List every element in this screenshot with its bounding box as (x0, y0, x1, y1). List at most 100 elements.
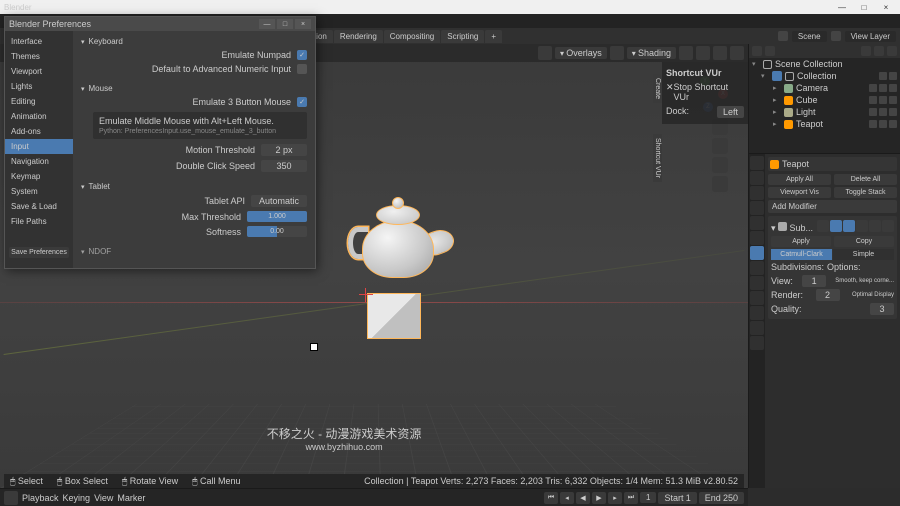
tl-view[interactable]: View (94, 493, 113, 503)
mod-editmode-icon[interactable] (817, 220, 829, 232)
end-frame[interactable]: End 250 (699, 492, 744, 504)
prefs-nav-filepaths[interactable]: File Paths (5, 214, 73, 229)
outliner-item-teapot[interactable]: ▸Teapot (749, 118, 900, 130)
prefs-nav-interface[interactable]: Interface (5, 34, 73, 49)
prefs-max-button[interactable]: □ (277, 19, 293, 29)
emulate-3btn-check[interactable]: ✓ (297, 97, 307, 107)
apply-all-button[interactable]: Apply All (768, 174, 831, 185)
copy-button[interactable]: Copy (834, 236, 894, 247)
coll-vis-icon[interactable] (879, 72, 887, 80)
play-button[interactable]: ▶ (592, 492, 606, 504)
ptab-render[interactable] (750, 156, 764, 170)
dock-value[interactable]: Left (717, 106, 744, 118)
window-min-button[interactable]: — (832, 1, 852, 13)
vis-icon[interactable] (869, 84, 877, 92)
timeline-type-icon[interactable] (4, 491, 18, 505)
current-frame[interactable]: 1 (640, 492, 656, 503)
ws-rendering[interactable]: Rendering (334, 30, 383, 43)
mod-cage-icon[interactable] (856, 220, 868, 232)
motion-threshold-value[interactable]: 2 px (261, 144, 307, 156)
prefs-keyboard-header[interactable]: Keyboard (81, 35, 307, 48)
optimal-display-check[interactable]: Optimal Display (852, 292, 894, 298)
vis-icon[interactable] (869, 108, 877, 116)
quality-value[interactable]: 3 (870, 303, 894, 315)
newcoll-icon[interactable] (887, 46, 897, 56)
render-icon[interactable] (889, 84, 897, 92)
camera-icon[interactable] (712, 157, 728, 173)
jump-start-button[interactable]: ⏮ (544, 492, 558, 504)
ptab-modifier[interactable] (750, 246, 764, 260)
ptab-viewlayer[interactable] (750, 186, 764, 200)
viewlayer-name-field[interactable]: View Layer (845, 31, 896, 42)
sel-icon[interactable] (879, 84, 887, 92)
max-threshold-slider[interactable]: 1.000 (247, 211, 307, 222)
prefs-nav-editing[interactable]: Editing (5, 94, 73, 109)
prefs-nav-themes[interactable]: Themes (5, 49, 73, 64)
ptab-particle[interactable] (750, 261, 764, 275)
prefs-nav-lights[interactable]: Lights (5, 79, 73, 94)
prefs-nav-keymap[interactable]: Keymap (5, 169, 73, 184)
start-frame[interactable]: Start 1 (658, 492, 696, 504)
outliner-type-icon[interactable] (752, 46, 762, 56)
delete-all-button[interactable]: Delete All (834, 174, 897, 185)
mod-display-icon[interactable] (830, 220, 842, 232)
tablet-api-dropdown[interactable]: Automatic (251, 195, 307, 207)
render-icon[interactable] (889, 108, 897, 116)
emulate-numpad-check[interactable]: ✓ (297, 50, 307, 60)
ws-scripting[interactable]: Scripting (441, 30, 484, 43)
keyframe-next-button[interactable]: ▸ (608, 492, 622, 504)
ntab-shortcutvur[interactable]: Shortcut VUr (653, 134, 662, 182)
viewport-vis-button[interactable]: Viewport Vis (768, 187, 831, 198)
prefs-nav-system[interactable]: System (5, 184, 73, 199)
dblclick-value[interactable]: 350 (261, 160, 307, 172)
ptab-physics[interactable] (750, 276, 764, 290)
outliner-scene-collection[interactable]: ▾ Scene Collection (749, 58, 900, 70)
jump-end-button[interactable]: ⏭ (624, 492, 638, 504)
window-close-button[interactable]: × (876, 1, 896, 13)
prefs-nav-input[interactable]: Input (5, 139, 73, 154)
scene-name-field[interactable]: Scene (792, 31, 827, 42)
ptab-output[interactable] (750, 171, 764, 185)
ptab-material[interactable] (750, 321, 764, 335)
softness-slider[interactable]: 0.00 (247, 226, 307, 237)
mod-delete-icon[interactable] (882, 220, 894, 232)
persp-icon[interactable] (712, 176, 728, 192)
outliner-collection[interactable]: ▾ Collection (749, 70, 900, 82)
shade-render-icon[interactable] (730, 46, 744, 60)
prefs-mouse-header[interactable]: Mouse (81, 82, 307, 95)
toggle-stack-button[interactable]: Toggle Stack (834, 187, 897, 198)
ptab-scene[interactable] (750, 201, 764, 215)
vis-icon[interactable] (869, 96, 877, 104)
collection-check[interactable] (772, 71, 782, 81)
prefs-tablet-header[interactable]: Tablet (81, 180, 307, 193)
ptab-data[interactable] (750, 306, 764, 320)
pan-icon[interactable] (712, 138, 728, 154)
xray-icon[interactable] (610, 46, 624, 60)
view-value[interactable]: 1 (802, 275, 826, 287)
outliner-item-camera[interactable]: ▸Camera (749, 82, 900, 94)
shade-lookdev-icon[interactable] (713, 46, 727, 60)
add-modifier-dropdown[interactable]: Add Modifier (768, 200, 897, 213)
ptab-object[interactable] (750, 231, 764, 245)
prefs-nav-addons[interactable]: Add-ons (5, 124, 73, 139)
gizmo-toggle-icon[interactable] (538, 46, 552, 60)
outliner-display-icon[interactable] (765, 46, 775, 56)
prefs-nav-navigation[interactable]: Navigation (5, 154, 73, 169)
render-value[interactable]: 2 (816, 289, 840, 301)
prefs-nav-saveload[interactable]: Save & Load (5, 199, 73, 214)
modifier-name[interactable]: Sub... (790, 223, 814, 233)
prefs-close-button[interactable]: × (295, 19, 311, 29)
mod-render-icon[interactable] (843, 220, 855, 232)
prefs-ndof-header[interactable]: NDOF (81, 245, 307, 258)
coll-render-icon[interactable] (889, 72, 897, 80)
save-preferences-button[interactable]: Save Preferences (9, 247, 69, 258)
simple-tab[interactable]: Simple (833, 249, 894, 260)
play-rev-button[interactable]: ◀ (576, 492, 590, 504)
stop-shortcut-button[interactable]: Stop Shortcut VUr (674, 82, 744, 102)
prefs-min-button[interactable]: — (259, 19, 275, 29)
outliner-item-light[interactable]: ▸Light (749, 106, 900, 118)
apply-button[interactable]: Apply (771, 236, 831, 247)
shading-dropdown[interactable]: ▾ Shading (627, 47, 676, 59)
tl-keying[interactable]: Keying (63, 493, 91, 503)
tl-playback[interactable]: Playback (22, 493, 59, 503)
